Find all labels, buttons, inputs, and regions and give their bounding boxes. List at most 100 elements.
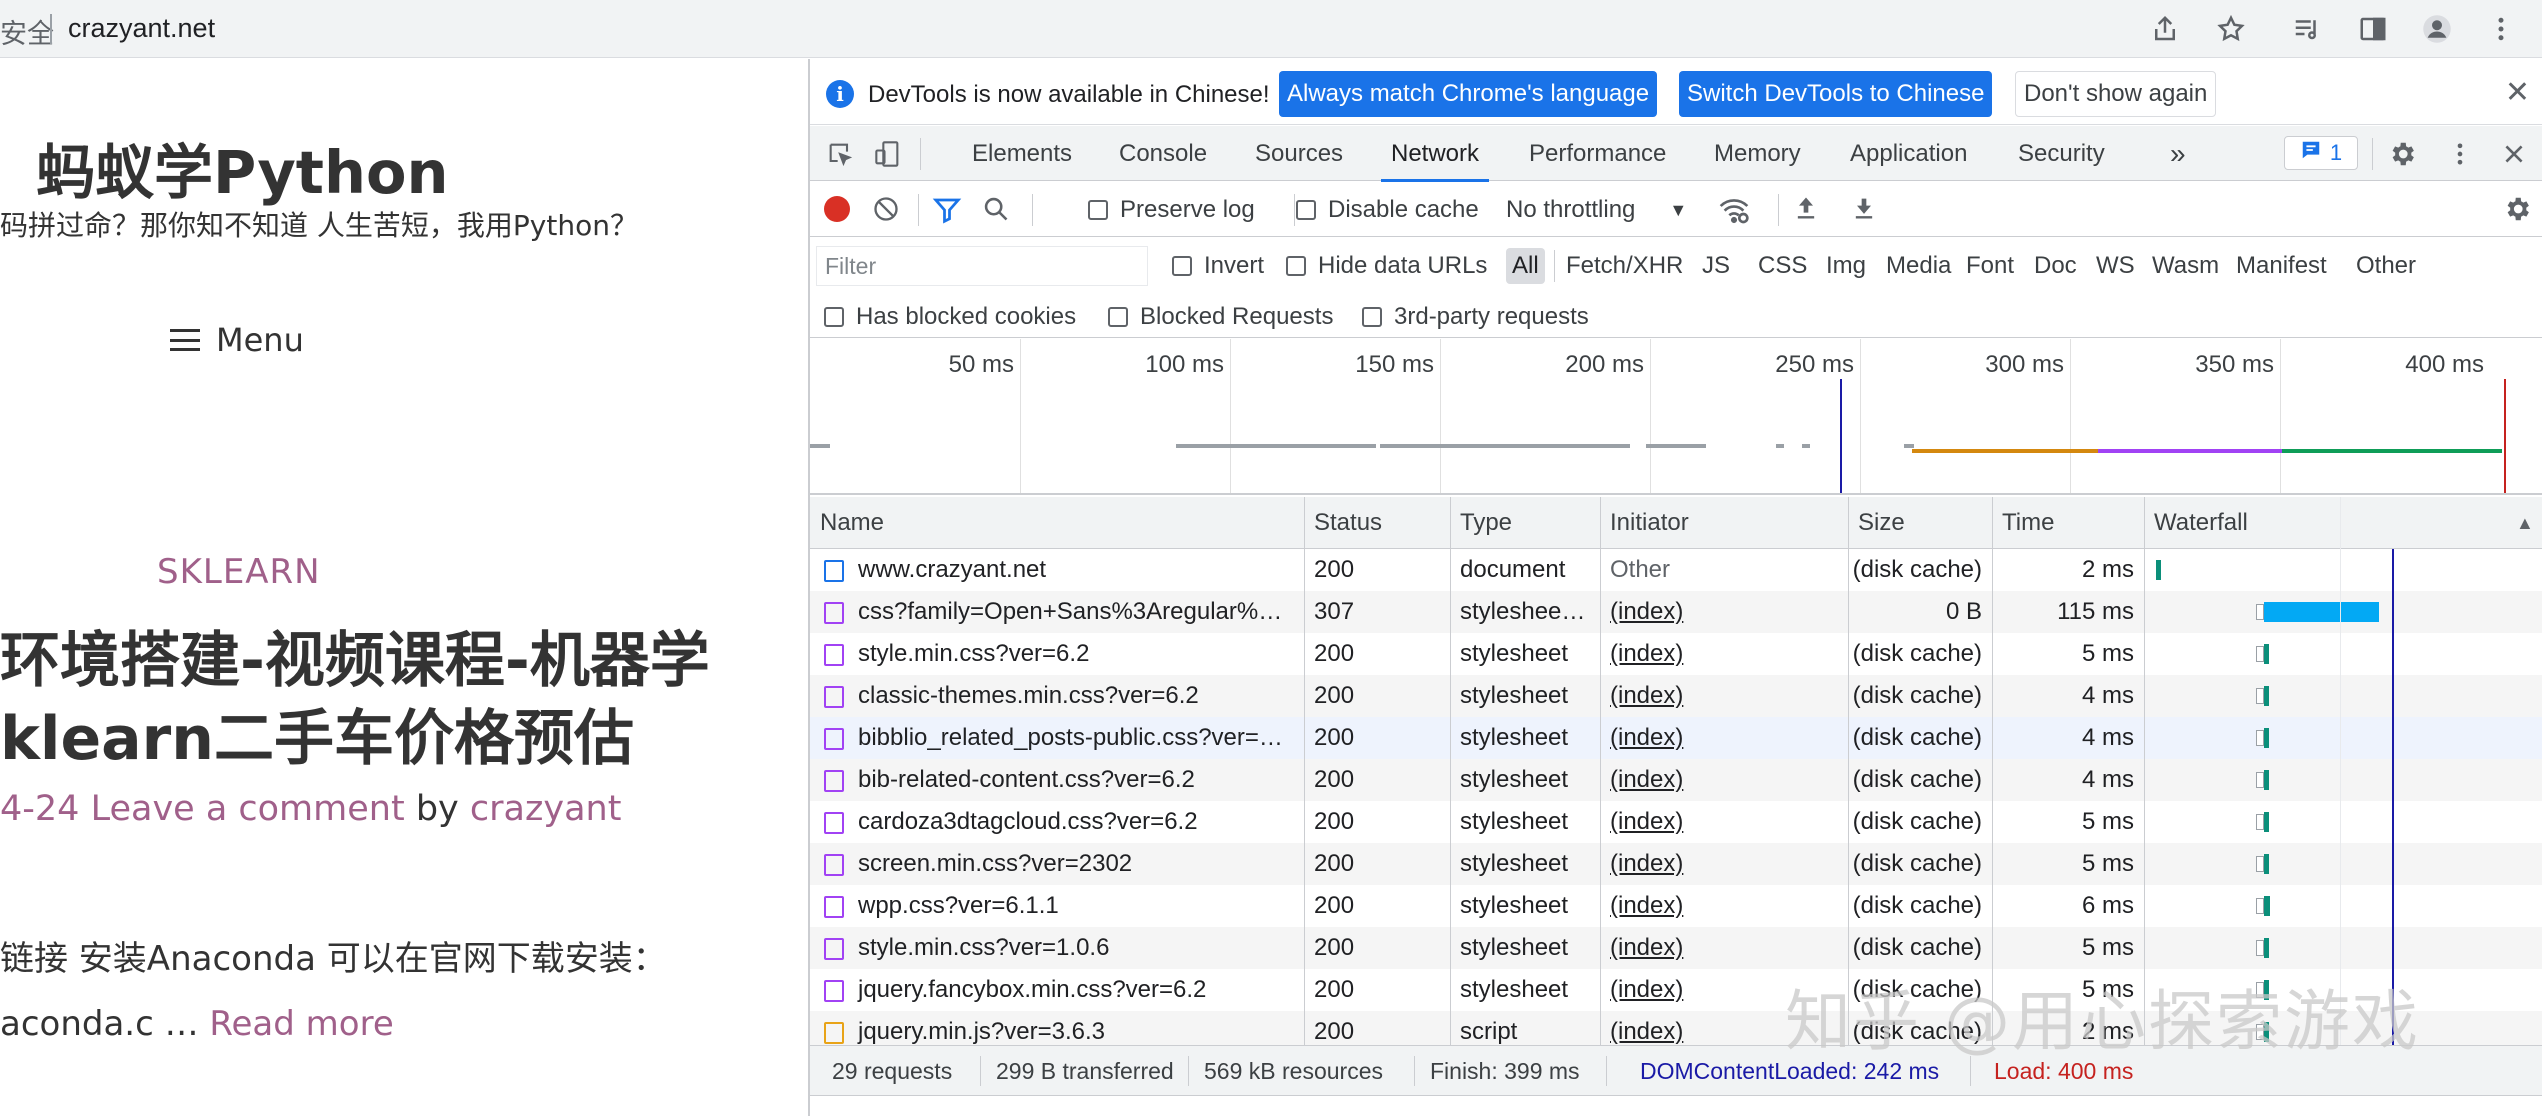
has-blocked-cookies-box[interactable] — [824, 307, 844, 327]
request-name[interactable]: bib-related-content.css?ver=6.2 — [810, 759, 1304, 801]
device-toolbar-icon[interactable] — [872, 138, 904, 170]
kebab-menu-icon[interactable] — [2480, 8, 2522, 50]
table-row[interactable]: style.min.css?ver=6.2 200 stylesheet (index… — [810, 633, 2542, 675]
request-name[interactable]: cardoza3dtagcloud.css?ver=6.2 — [810, 801, 1304, 843]
column-status[interactable]: Status — [1304, 497, 1450, 549]
type-filter-img[interactable]: Img — [1820, 248, 1872, 284]
record-stop-icon[interactable] — [824, 196, 850, 222]
third-party-box[interactable] — [1362, 307, 1382, 327]
post-title-line1[interactable]: 环境搭建-视频课程-机器学 — [0, 612, 710, 699]
sort-ascending-icon[interactable]: ▲ — [2506, 497, 2536, 549]
table-row[interactable]: wpp.css?ver=6.1.1 200 stylesheet (index) (di… — [810, 885, 2542, 927]
request-name[interactable]: screen.min.css?ver=2302 — [810, 843, 1304, 885]
filter-funnel-icon[interactable] — [932, 195, 962, 225]
site-title[interactable]: 蚂蚁学Python — [36, 125, 449, 210]
request-initiator[interactable]: (index) — [1600, 633, 1848, 675]
hide-data-urls-checkbox[interactable]: Hide data URLs — [1286, 252, 1487, 280]
tab-memory[interactable]: Memory — [1714, 126, 1801, 181]
invert-checkbox[interactable]: Invert — [1172, 252, 1264, 280]
issues-badge[interactable]: 1 — [2284, 136, 2358, 170]
menu-button[interactable]: Menu — [170, 321, 304, 359]
type-filter-other[interactable]: Other — [2350, 248, 2422, 284]
column-size[interactable]: Size — [1848, 497, 1992, 549]
type-filter-css[interactable]: CSS — [1752, 248, 1813, 284]
request-name[interactable]: css?family=Open+Sans%3Aregular%… — [810, 591, 1304, 633]
switch-chinese-button[interactable]: Switch DevTools to Chinese — [1679, 71, 1993, 117]
request-name[interactable]: jquery.min.js?ver=3.6.3 — [810, 1011, 1304, 1045]
request-initiator[interactable]: (index) — [1600, 759, 1848, 801]
tab-performance[interactable]: Performance — [1529, 126, 1666, 181]
media-control-icon[interactable] — [2286, 8, 2328, 50]
post-date[interactable]: 4-24 — [0, 789, 79, 829]
dont-show-again-button[interactable]: Don't show again — [2015, 71, 2217, 117]
type-filter-doc[interactable]: Doc — [2028, 248, 2083, 284]
has-blocked-cookies-checkbox[interactable]: Has blocked cookies — [824, 303, 1076, 331]
column-time[interactable]: Time — [1992, 497, 2144, 549]
request-name[interactable]: www.crazyant.net — [810, 549, 1304, 591]
table-row[interactable]: bibblio_related_posts-public.css?ver=… 20… — [810, 717, 2542, 759]
network-overview-timeline[interactable]: 50 ms 100 ms 150 ms 200 ms 250 ms 300 ms… — [810, 339, 2542, 495]
request-initiator[interactable]: (index) — [1600, 801, 1848, 843]
type-filter-manifest[interactable]: Manifest — [2230, 248, 2333, 284]
request-initiator[interactable]: (index) — [1600, 717, 1848, 759]
import-har-icon[interactable] — [1792, 194, 1820, 222]
more-tabs-icon[interactable]: » — [2170, 126, 2186, 181]
column-initiator[interactable]: Initiator — [1600, 497, 1848, 549]
request-name[interactable]: wpp.css?ver=6.1.1 — [810, 885, 1304, 927]
table-row[interactable]: screen.min.css?ver=2302 200 stylesheet (ind… — [810, 843, 2542, 885]
tab-console[interactable]: Console — [1119, 126, 1207, 181]
request-initiator[interactable]: (index) — [1600, 843, 1848, 885]
throttling-select[interactable]: No throttling ▼ — [1506, 196, 1687, 224]
inspect-element-icon[interactable] — [824, 138, 856, 170]
tab-security[interactable]: Security — [2018, 126, 2105, 181]
post-title-line2[interactable]: klearn二手车价格预估 — [0, 690, 634, 777]
tab-sources[interactable]: Sources — [1255, 126, 1343, 181]
devtools-menu-icon[interactable] — [2444, 138, 2476, 170]
request-initiator[interactable]: (index) — [1600, 591, 1848, 633]
request-name[interactable]: style.min.css?ver=6.2 — [810, 633, 1304, 675]
bookmark-star-icon[interactable] — [2210, 8, 2252, 50]
request-initiator[interactable]: (index) — [1600, 885, 1848, 927]
url-field[interactable]: crazyant.net — [68, 13, 215, 44]
profile-icon[interactable] — [2416, 8, 2458, 50]
export-har-icon[interactable] — [1850, 194, 1878, 222]
search-icon[interactable] — [982, 195, 1010, 223]
blocked-requests-checkbox[interactable]: Blocked Requests — [1108, 303, 1333, 331]
tab-application[interactable]: Application — [1850, 126, 1967, 181]
clear-log-icon[interactable] — [872, 195, 900, 223]
table-row[interactable]: classic-themes.min.css?ver=6.2 200 stylesh… — [810, 675, 2542, 717]
third-party-checkbox[interactable]: 3rd-party requests — [1362, 303, 1589, 331]
settings-gear-icon[interactable] — [2386, 138, 2418, 170]
type-filter-media[interactable]: Media — [1880, 248, 1957, 284]
table-row[interactable]: css?family=Open+Sans%3Aregular%… 307 style… — [810, 591, 2542, 633]
invert-box[interactable] — [1172, 256, 1192, 276]
network-conditions-icon[interactable] — [1718, 194, 1750, 226]
type-filter-ws[interactable]: WS — [2090, 248, 2141, 284]
request-name[interactable]: bibblio_related_posts-public.css?ver=… — [810, 717, 1304, 759]
blocked-requests-box[interactable] — [1108, 307, 1128, 327]
type-filter-font[interactable]: Font — [1960, 248, 2020, 284]
comment-link[interactable]: Leave a comment — [91, 789, 405, 829]
request-name[interactable]: jquery.fancybox.min.css?ver=6.2 — [810, 969, 1304, 1011]
hide-data-urls-box[interactable] — [1286, 256, 1306, 276]
type-filter-all[interactable]: All — [1506, 248, 1545, 284]
close-infobar-icon[interactable]: ✕ — [2505, 75, 2530, 110]
side-panel-icon[interactable] — [2352, 8, 2394, 50]
table-row[interactable]: cardoza3dtagcloud.css?ver=6.2 200 styleshe… — [810, 801, 2542, 843]
table-row[interactable]: style.min.css?ver=1.0.6 200 stylesheet (ind… — [810, 927, 2542, 969]
filter-input[interactable]: Filter — [816, 246, 1148, 286]
type-filter-wasm[interactable]: Wasm — [2146, 248, 2225, 284]
author-link[interactable]: crazyant — [470, 789, 622, 829]
request-initiator[interactable]: (index) — [1600, 675, 1848, 717]
request-name[interactable]: style.min.css?ver=1.0.6 — [810, 927, 1304, 969]
post-category[interactable]: SKLEARN — [157, 552, 321, 592]
security-label[interactable]: 安全 — [0, 12, 54, 51]
table-row[interactable]: www.crazyant.net 200 document Other (disk ca… — [810, 549, 2542, 591]
preserve-log-checkbox[interactable]: Preserve log — [1088, 196, 1255, 224]
preserve-log-box[interactable] — [1088, 200, 1108, 220]
match-language-button[interactable]: Always match Chrome's language — [1279, 71, 1658, 117]
column-name[interactable]: Name — [810, 497, 1304, 549]
close-devtools-icon[interactable] — [2498, 138, 2530, 170]
read-more-link[interactable]: Read more — [209, 1004, 393, 1044]
tab-elements[interactable]: Elements — [972, 126, 1072, 181]
